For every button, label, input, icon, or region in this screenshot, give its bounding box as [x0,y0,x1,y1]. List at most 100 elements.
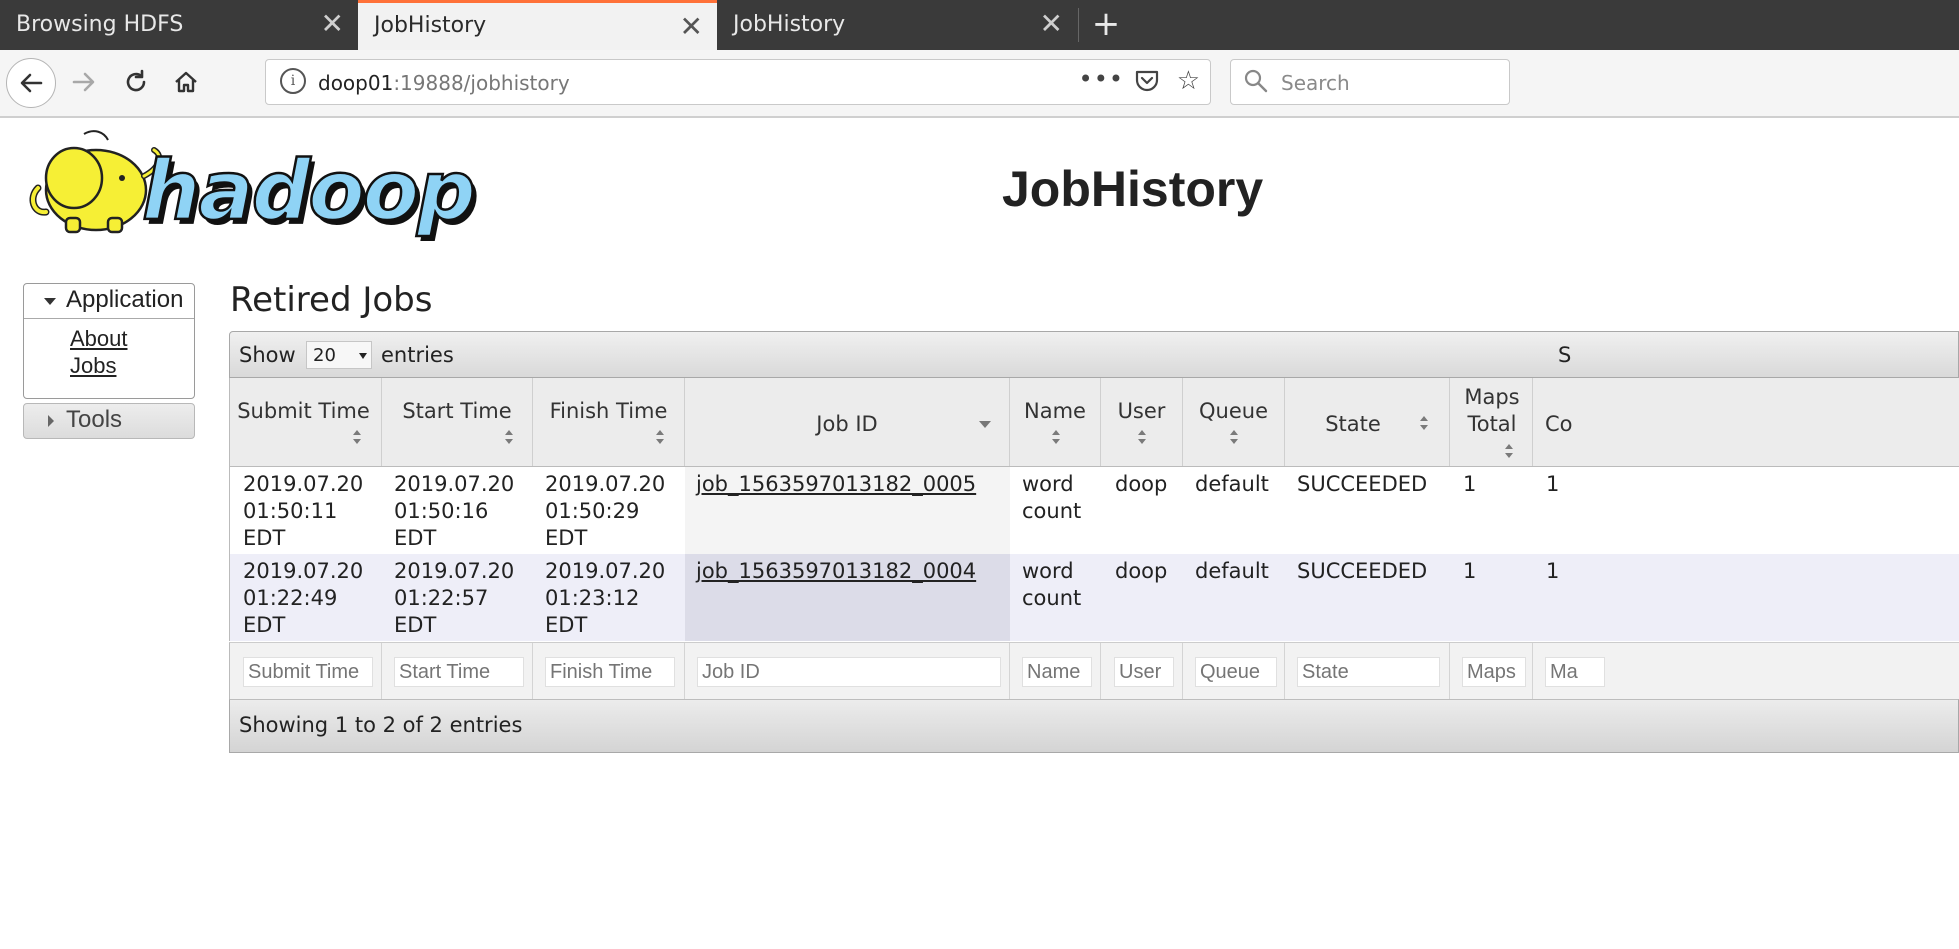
close-icon[interactable]: ✕ [321,8,344,40]
info-icon[interactable]: i [280,68,306,94]
table-row: 2019.07.20 01:50:11 EDT 2019.07.20 01:50… [229,467,1959,554]
filter-state[interactable] [1297,657,1440,687]
column-divider [1100,643,1101,700]
column-header-co[interactable]: Co [1533,378,1593,466]
cell-line: 01:50:29 [545,499,640,523]
cell-line: 01:50:11 [243,499,338,523]
cell-state: SUCCEEDED [1297,472,1428,496]
column-header-start-time[interactable]: Start Time [382,378,533,466]
column-header-user[interactable]: User [1101,378,1183,466]
column-header-job-id[interactable]: Job ID [685,378,1010,466]
cell-line: EDT [545,613,588,637]
filter-finish-time[interactable] [545,657,675,687]
column-header-maps-total[interactable]: Maps Total [1450,378,1533,466]
cell-queue: default [1195,559,1269,583]
cell-name: word count [1022,467,1102,554]
cell-co: 1 [1546,472,1560,496]
entries-label: entries [381,343,454,367]
cell-user: doop [1115,559,1168,583]
cell-line: 2019.07.20 [394,472,515,496]
url-host: doop01 [318,71,394,95]
cell-maps-total: 1 [1463,559,1477,583]
column-header-finish-time[interactable]: Finish Time [533,378,685,466]
back-arrow-icon[interactable] [6,58,56,108]
filter-queue[interactable] [1195,657,1277,687]
cell-line: 01:22:49 [243,586,338,610]
column-header-name[interactable]: Name [1010,378,1101,466]
sidebar-application-panel: Application About Jobs [23,283,195,399]
cell-maps-total: 1 [1463,472,1477,496]
job-id-link[interactable]: job_1563597013182_0004 [696,559,976,583]
cell-start-time: 2019.07.20 01:50:16 EDT [394,467,534,554]
table-header: Submit Time Start Time Finish Time Job I… [229,378,1959,467]
cell-job-id: job_1563597013182_0005 [685,467,1010,554]
jobs-table: Show 20 entries S Submit Time Start Time… [229,331,1959,754]
filter-submit-time[interactable] [243,657,373,687]
close-icon[interactable]: ✕ [1040,8,1063,40]
triangle-right-icon [48,415,54,427]
cell-line: count [1022,586,1082,610]
sort-icon [1504,444,1514,460]
hadoop-logo: hadoop hadoop [24,128,504,246]
reload-icon[interactable] [114,60,158,104]
sort-icon [1051,430,1061,446]
filter-name[interactable] [1022,657,1092,687]
sort-icon [1137,430,1147,446]
column-divider [684,643,685,700]
url-bar[interactable]: i doop01:19888/jobhistory ••• ☆ [265,59,1211,105]
sort-icon [352,430,362,446]
column-divider [1449,643,1450,700]
page-title: JobHistory [1002,161,1264,217]
cell-line: EDT [394,526,437,550]
cell-line: EDT [243,526,286,550]
sidebar-tools-header[interactable]: Tools [23,403,195,439]
pocket-icon[interactable] [1134,69,1160,99]
column-header-submit-time[interactable]: Submit Time [230,378,382,466]
close-icon[interactable]: ✕ [680,11,703,43]
filter-user[interactable] [1114,657,1174,687]
job-id-link[interactable]: job_1563597013182_0005 [696,472,976,496]
bookmark-star-icon[interactable]: ☆ [1177,66,1200,96]
sidebar-tools-label: Tools [66,406,123,433]
column-header-queue[interactable]: Queue [1183,378,1285,466]
tab-browsing-hdfs[interactable]: Browsing HDFS ✕ [0,0,358,50]
filter-start-time[interactable] [394,657,524,687]
cell-line: 2019.07.20 [243,559,364,583]
table-row: 2019.07.20 01:22:49 EDT 2019.07.20 01:22… [229,554,1959,641]
cell-line: word [1022,559,1074,583]
cell-job-id: job_1563597013182_0004 [685,554,1010,641]
cell-start-time: 2019.07.20 01:22:57 EDT [394,554,534,641]
column-header-label: Queue [1199,399,1268,423]
page-size-select[interactable]: 20 [306,341,372,369]
new-tab-plus-icon[interactable]: + [1084,4,1128,44]
search-bar[interactable]: Search [1230,59,1510,105]
tab-jobhistory-active[interactable]: JobHistory ✕ [358,0,717,50]
tab-label: JobHistory [733,12,846,37]
sidebar-application-header[interactable]: Application [24,284,194,319]
table-toolbar: Show 20 entries S [229,331,1959,378]
filter-ma[interactable] [1545,657,1605,687]
cell-queue: default [1195,472,1269,496]
cell-line: 2019.07.20 [394,559,515,583]
filter-maps[interactable] [1462,657,1526,687]
sort-desc-icon [979,421,991,428]
home-icon[interactable] [164,60,208,104]
column-header-state[interactable]: State [1285,378,1450,466]
cell-line: count [1022,499,1082,523]
tab-jobhistory[interactable]: JobHistory ✕ [717,0,1077,50]
sidebar-link-jobs[interactable]: Jobs [70,353,116,379]
cell-line: 2019.07.20 [545,559,666,583]
sidebar-link-about[interactable]: About [70,326,128,352]
column-header-label: User [1117,399,1166,423]
filter-job-id[interactable] [697,657,1001,687]
chevron-down-icon [359,353,367,359]
svg-text:hadoop: hadoop [142,144,474,239]
cell-line: EDT [243,613,286,637]
cell-line: 01:50:16 [394,499,489,523]
cell-line: 2019.07.20 [545,472,666,496]
column-divider [1009,643,1010,700]
column-header-label: State [1325,412,1381,436]
forward-arrow-icon[interactable] [62,60,106,104]
page-actions-icon[interactable]: ••• [1079,65,1124,93]
cell-user: doop [1115,472,1168,496]
